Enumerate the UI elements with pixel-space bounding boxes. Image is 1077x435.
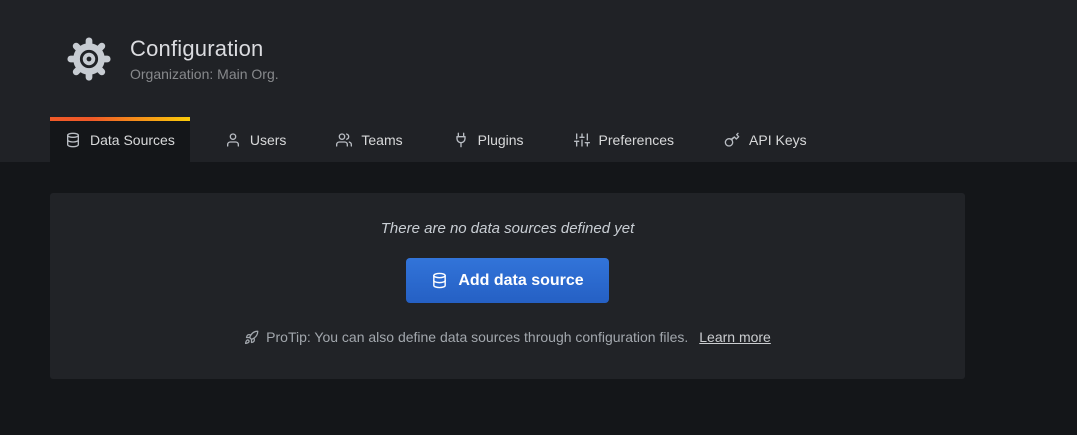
page-header-main: Configuration Organization: Main Org. — [0, 0, 1077, 82]
key-icon — [724, 132, 740, 148]
empty-state-message: There are no data sources defined yet — [50, 220, 965, 237]
page-subtitle: Organization: Main Org. — [130, 66, 279, 82]
gear-icon — [66, 36, 112, 82]
page-content: There are no data sources defined yet Ad… — [0, 162, 1077, 379]
database-icon — [65, 132, 81, 148]
add-data-source-label: Add data source — [458, 272, 583, 290]
tab-api-keys[interactable]: API Keys — [709, 117, 822, 162]
learn-more-link[interactable]: Learn more — [699, 329, 771, 345]
tab-label: API Keys — [749, 132, 807, 148]
page-header: Configuration Organization: Main Org. Da… — [0, 0, 1077, 162]
tab-label: Users — [250, 132, 287, 148]
users-icon — [336, 132, 352, 148]
empty-datasources-panel: There are no data sources defined yet Ad… — [50, 193, 965, 379]
tab-plugins[interactable]: Plugins — [438, 117, 539, 162]
protip-text: ProTip: You can also define data sources… — [266, 329, 688, 345]
tab-bar: Data Sources Users Teams Plugins — [50, 117, 822, 162]
tab-label: Preferences — [599, 132, 674, 148]
rocket-icon — [244, 330, 259, 345]
header-titles: Configuration Organization: Main Org. — [130, 36, 279, 81]
tab-preferences[interactable]: Preferences — [559, 117, 689, 162]
protip-row: ProTip: You can also define data sources… — [50, 329, 965, 345]
tab-data-sources[interactable]: Data Sources — [50, 117, 190, 162]
page-title: Configuration — [130, 36, 279, 62]
tab-label: Plugins — [478, 132, 524, 148]
tab-users[interactable]: Users — [210, 117, 302, 162]
add-data-source-button[interactable]: Add data source — [406, 258, 608, 303]
tab-teams[interactable]: Teams — [321, 117, 417, 162]
configuration-page: Configuration Organization: Main Org. Da… — [0, 0, 1077, 435]
tab-label: Teams — [361, 132, 402, 148]
database-icon — [431, 272, 448, 289]
sliders-icon — [574, 132, 590, 148]
plug-icon — [453, 132, 469, 148]
user-icon — [225, 132, 241, 148]
tab-label: Data Sources — [90, 132, 175, 148]
